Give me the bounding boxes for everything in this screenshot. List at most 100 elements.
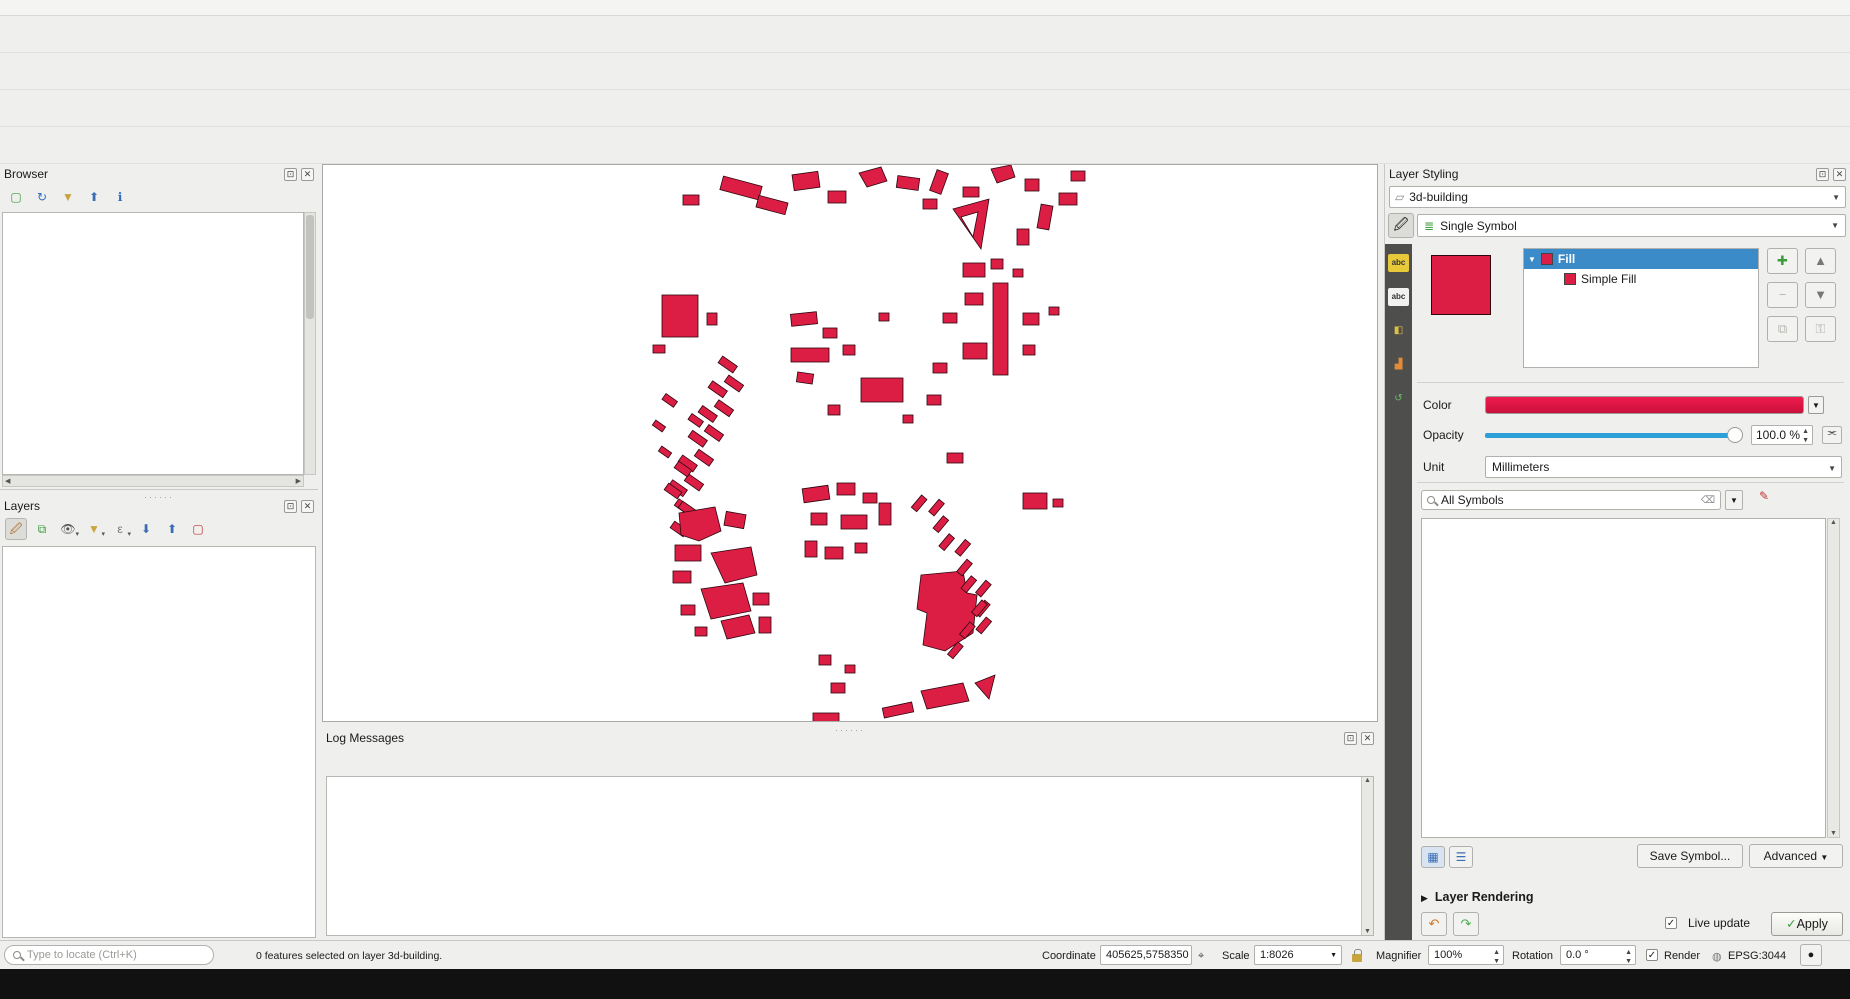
- scroll-down-icon[interactable]: ▼: [1364, 928, 1371, 935]
- color-label: Color: [1423, 398, 1452, 412]
- taskbar: [0, 969, 1850, 999]
- save-symbol-button[interactable]: Save Symbol...: [1637, 844, 1743, 868]
- log-panel-title: Log Messages: [326, 731, 404, 745]
- scroll-down-icon[interactable]: ▼: [1830, 830, 1837, 837]
- messages-button[interactable]: ●: [1800, 944, 1822, 966]
- symbology-tab-icon[interactable]: 🖉: [1388, 213, 1414, 238]
- magnifier-spinbox[interactable]: 100%▲▼: [1428, 945, 1504, 965]
- toolbar-row-3: [0, 90, 1850, 127]
- layer-rendering-section[interactable]: ▶ Layer Rendering: [1421, 890, 1534, 904]
- coordinate-input[interactable]: 405625,5758350: [1100, 945, 1192, 965]
- panel-splitter[interactable]: ······: [835, 725, 865, 735]
- properties-icon[interactable]: ℹ: [109, 186, 131, 208]
- live-update-checkbox[interactable]: ✓ Live update: [1665, 916, 1750, 930]
- locator-input[interactable]: Type to locate (Ctrl+K): [4, 945, 214, 965]
- symbol-grid-scrollbar[interactable]: ▲▼: [1827, 518, 1840, 838]
- scroll-left-icon[interactable]: ◀: [5, 477, 10, 485]
- float-panel-icon[interactable]: ⊡: [284, 168, 297, 181]
- remove-layer-icon[interactable]: ▢: [187, 518, 209, 540]
- map-canvas[interactable]: [322, 164, 1378, 722]
- move-up-button[interactable]: ▲: [1805, 248, 1836, 274]
- manage-map-themes-icon[interactable]: 👁▾: [57, 518, 79, 540]
- 3d-view-tab-icon[interactable]: ◧: [1388, 322, 1409, 340]
- opacity-slider-handle[interactable]: [1727, 427, 1743, 443]
- filter-by-expression-icon[interactable]: ε▾: [109, 518, 131, 540]
- color-swatch-button[interactable]: [1485, 396, 1804, 414]
- scroll-right-icon[interactable]: ▶: [296, 477, 301, 485]
- duplicate-symbol-layer-button[interactable]: ⧉: [1767, 316, 1798, 342]
- add-group-icon[interactable]: ⧉: [31, 518, 53, 540]
- clear-search-icon[interactable]: ⌫: [1701, 495, 1715, 506]
- browser-tree: [2, 212, 304, 475]
- toolbar-row-2: [0, 53, 1850, 90]
- lock-scale-icon[interactable]: [1352, 954, 1362, 962]
- close-panel-icon[interactable]: ✕: [301, 168, 314, 181]
- log-output: [326, 776, 1374, 936]
- labels-tab-icon[interactable]: abc: [1388, 254, 1409, 272]
- symbol-filter-dropdown[interactable]: ▼: [1725, 490, 1743, 510]
- add-symbol-layer-button[interactable]: ✚: [1767, 248, 1798, 274]
- symbol-search-input[interactable]: All Symbols ⌫: [1421, 490, 1721, 510]
- collapse-all-icon[interactable]: ⬆: [161, 518, 183, 540]
- callouts-tab-icon[interactable]: abc: [1388, 288, 1409, 306]
- collapse-all-icon[interactable]: ⬆: [83, 186, 105, 208]
- icon-view-toggle[interactable]: ▦: [1421, 846, 1445, 868]
- expand-all-icon[interactable]: ⬇: [135, 518, 157, 540]
- undo-style-button[interactable]: ↶: [1421, 912, 1447, 936]
- close-panel-icon[interactable]: ✕: [301, 500, 314, 513]
- remove-symbol-layer-button[interactable]: −: [1767, 282, 1798, 308]
- close-panel-icon[interactable]: ✕: [1361, 732, 1374, 745]
- spin-up-icon[interactable]: ▲▼: [1802, 427, 1809, 445]
- list-view-toggle[interactable]: ☰: [1449, 846, 1473, 868]
- opacity-slider[interactable]: [1485, 433, 1735, 438]
- float-panel-icon[interactable]: ⊡: [1344, 732, 1357, 745]
- float-panel-icon[interactable]: ⊡: [1816, 168, 1829, 181]
- status-bar: Type to locate (Ctrl+K) 0 features selec…: [0, 940, 1850, 969]
- browser-panel-title: Browser: [4, 167, 48, 181]
- scroll-up-icon[interactable]: ▲: [1830, 519, 1837, 526]
- scroll-up-icon[interactable]: ▲: [1364, 777, 1371, 784]
- browser-vertical-scrollbar[interactable]: [304, 212, 316, 475]
- open-layer-styling-icon[interactable]: 🖉: [5, 518, 27, 540]
- style-manager-icon[interactable]: ✎: [1753, 489, 1775, 511]
- log-scrollbar[interactable]: ▲▼: [1361, 777, 1373, 935]
- renderer-selector[interactable]: ≣ Single Symbol ▼: [1417, 214, 1846, 237]
- extents-toggle-icon[interactable]: ⌖: [1198, 950, 1204, 963]
- close-panel-icon[interactable]: ✕: [1833, 168, 1846, 181]
- redo-style-button[interactable]: ↷: [1453, 912, 1479, 936]
- lock-colors-button[interactable]: ⚿: [1805, 316, 1836, 342]
- render-checkbox[interactable]: ✓: [1646, 949, 1658, 961]
- opacity-spinbox[interactable]: 100.0 % ▲▼: [1751, 425, 1813, 445]
- status-message: 0 features selected on layer 3d-building…: [256, 950, 442, 962]
- search-icon: [1427, 496, 1435, 504]
- unit-combo[interactable]: Millimeters▼: [1485, 456, 1842, 478]
- apply-button[interactable]: ✓Apply: [1771, 912, 1843, 936]
- add-favorite-icon[interactable]: ▢: [5, 186, 27, 208]
- chevron-down-icon: ▼: [1528, 255, 1536, 264]
- move-down-button[interactable]: ▼: [1805, 282, 1836, 308]
- diagrams-tab-icon[interactable]: ▟: [1388, 356, 1409, 374]
- color-dropdown-button[interactable]: ▼: [1808, 396, 1824, 414]
- data-defined-override-button[interactable]: ⫘: [1822, 426, 1842, 444]
- crs-indicator[interactable]: EPSG:3044: [1728, 950, 1786, 962]
- styling-tab-strip: abc abc ◧ ▟ ↺: [1385, 244, 1412, 940]
- render-label: Render: [1664, 950, 1700, 962]
- float-panel-icon[interactable]: ⊡: [284, 500, 297, 513]
- rotation-spinbox[interactable]: 0.0 °▲▼: [1560, 945, 1636, 965]
- advanced-button[interactable]: Advanced ▼: [1749, 844, 1843, 868]
- chevron-down-icon: ▼: [1828, 464, 1836, 473]
- symbol-tree-row-fill[interactable]: ▼ Fill: [1524, 249, 1758, 269]
- panel-splitter[interactable]: ······: [144, 492, 174, 502]
- filter-legend-icon[interactable]: ▼▾: [83, 518, 105, 540]
- symbol-grid: [1421, 518, 1826, 838]
- filter-browser-icon[interactable]: ▼: [57, 186, 79, 208]
- scale-combo[interactable]: 1:8026▼: [1254, 945, 1342, 965]
- refresh-icon[interactable]: ↻: [31, 186, 53, 208]
- layers-toolbar: 🖉 ⧉ 👁▾ ▼▾ ε▾ ⬇ ⬆ ▢: [0, 516, 318, 542]
- history-tab-icon[interactable]: ↺: [1388, 390, 1409, 408]
- styling-layer-selector[interactable]: ▱ 3d-building ▼: [1389, 186, 1846, 208]
- browser-panel: Browser ⊡ ✕ ▢ ↻ ▼ ⬆ ℹ ◀▶: [0, 164, 318, 490]
- qgis-window: Browser ⊡ ✕ ▢ ↻ ▼ ⬆ ℹ ◀▶ ······ Layers ⊡…: [0, 0, 1850, 999]
- symbol-tree-row-simple-fill[interactable]: Simple Fill: [1524, 269, 1758, 289]
- browser-horizontal-scrollbar[interactable]: ◀▶: [2, 475, 304, 487]
